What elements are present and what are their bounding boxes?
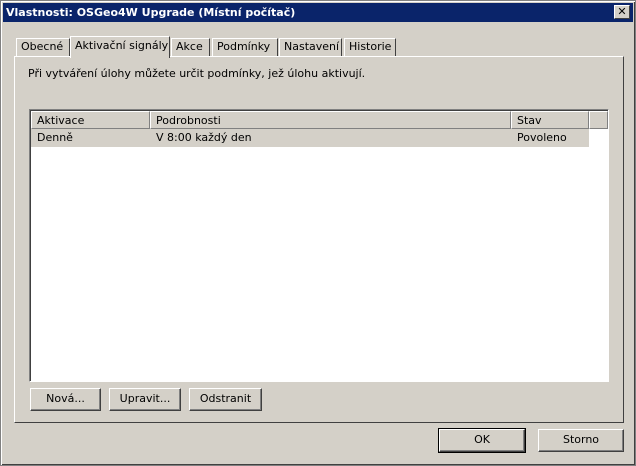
tab-actions[interactable]: Akce xyxy=(171,38,210,56)
tab-history[interactable]: Historie xyxy=(344,38,396,56)
new-trigger-button[interactable]: Nová... xyxy=(30,388,101,411)
row-details: V 8:00 každý den xyxy=(156,131,252,144)
row-activation: Denně xyxy=(37,131,73,144)
row-status: Povoleno xyxy=(517,131,567,144)
close-icon: ✕ xyxy=(617,5,627,18)
column-header-status[interactable]: Stav xyxy=(511,111,589,129)
cancel-button[interactable]: Storno xyxy=(538,429,624,452)
delete-trigger-button[interactable]: Odstranit xyxy=(189,388,262,411)
triggers-description: Při vytváření úlohy můžete určit podmínk… xyxy=(28,67,366,80)
list-header: Aktivace Podrobnosti Stav xyxy=(31,111,608,129)
tab-general[interactable]: Obecné xyxy=(16,38,70,56)
tab-triggers[interactable]: Aktivační signály xyxy=(70,36,170,58)
properties-dialog: Vlastnosti: OSGeo4W Upgrade (Místní počí… xyxy=(0,0,636,466)
tab-conditions[interactable]: Podmínky xyxy=(212,38,278,56)
ok-button[interactable]: OK xyxy=(438,428,526,453)
triggers-list[interactable]: Aktivace Podrobnosti Stav Denně V 8:00 k… xyxy=(29,109,609,382)
column-header-activation[interactable]: Aktivace xyxy=(31,111,150,129)
window-title: Vlastnosti: OSGeo4W Upgrade (Místní počí… xyxy=(6,6,296,19)
column-header-filler xyxy=(589,111,608,129)
close-button[interactable]: ✕ xyxy=(614,5,630,19)
tab-settings[interactable]: Nastavení xyxy=(279,38,342,56)
column-header-details[interactable]: Podrobnosti xyxy=(150,111,511,129)
title-bar[interactable]: Vlastnosti: OSGeo4W Upgrade (Místní počí… xyxy=(3,3,633,22)
table-row[interactable]: Denně V 8:00 každý den Povoleno xyxy=(31,129,589,147)
edit-trigger-button[interactable]: Upravit... xyxy=(109,388,181,411)
